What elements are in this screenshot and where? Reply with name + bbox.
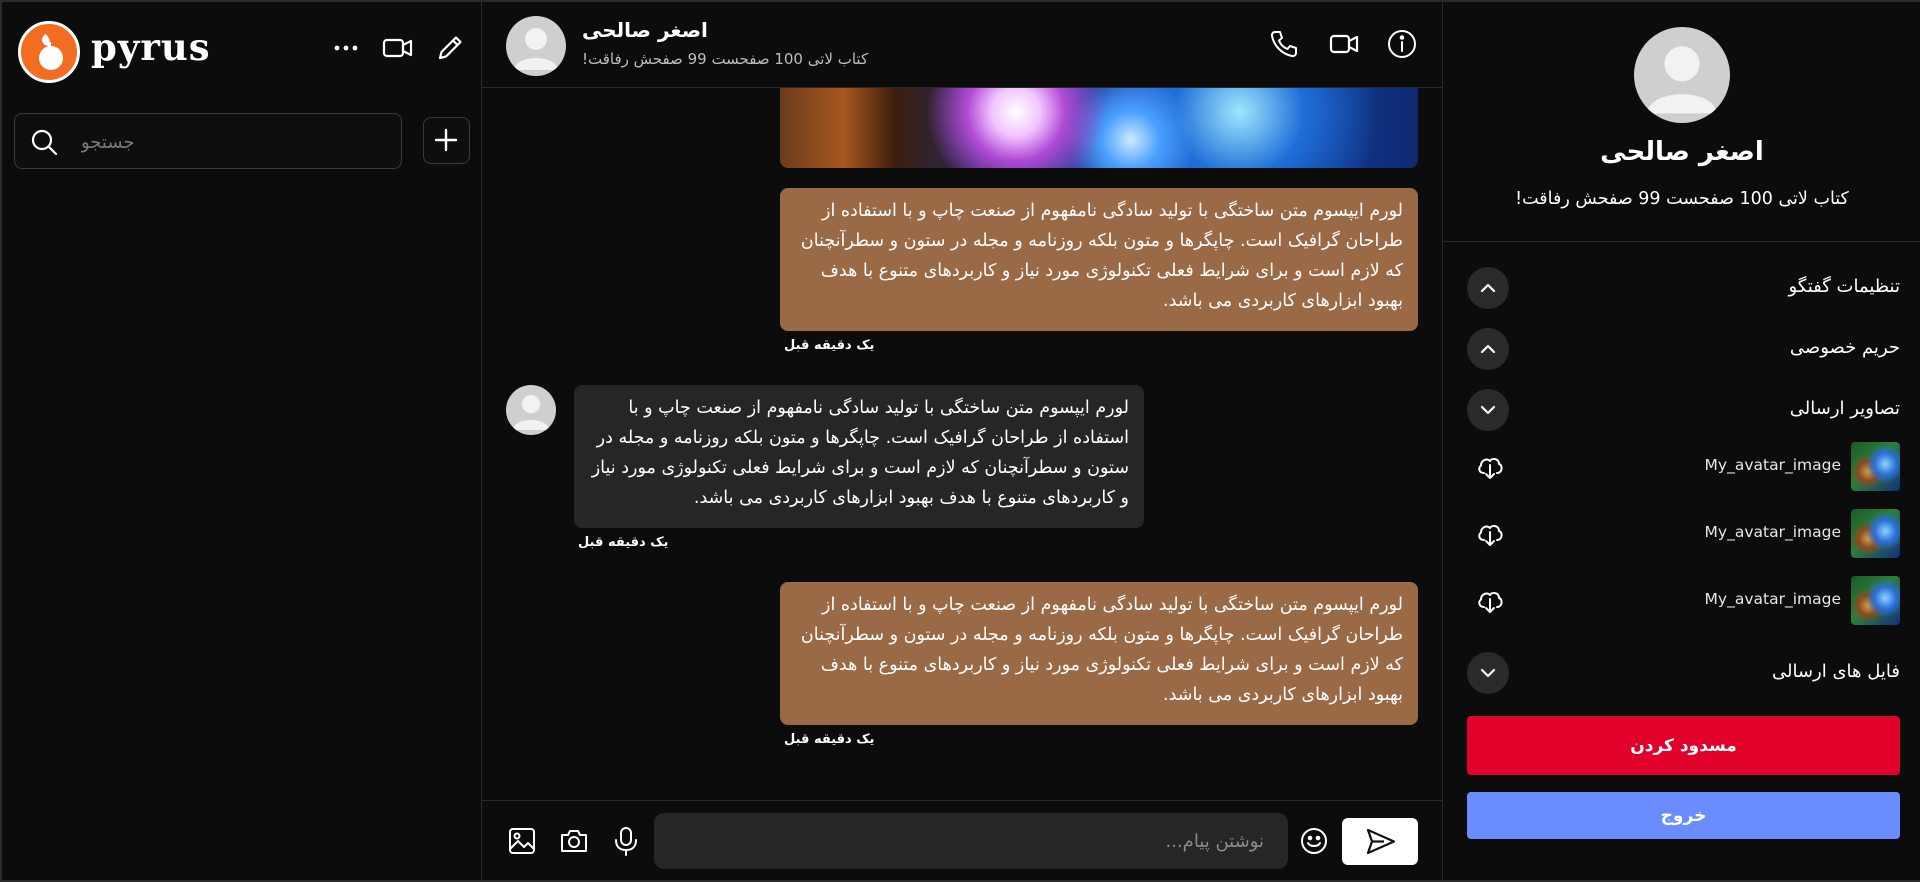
more-icon[interactable] (328, 30, 364, 66)
chevron-down-icon[interactable] (1467, 389, 1509, 431)
section-sent-files[interactable]: فایل های ارسالی (1467, 649, 1900, 697)
image-item[interactable]: My_avatar_image (1467, 509, 1900, 559)
divider (1443, 241, 1920, 242)
block-button[interactable]: مسدود کردن (1467, 716, 1900, 775)
message-bubble-incoming: لورم ایپسوم متن ساختگی با تولید سادگی نا… (574, 385, 1144, 528)
send-icon (1366, 828, 1396, 855)
contact-avatar[interactable] (506, 16, 566, 76)
message-field[interactable] (654, 813, 1288, 869)
chat-header: اصغر صالحی کتاب لاتی 100 صفحست 99 صفحش ر… (482, 2, 1442, 88)
contact-info-panel: اصغر صالحی کتاب لاتی 100 صفحست 99 صفحش ر… (1442, 2, 1920, 880)
section-sent-images[interactable]: تصاویر ارسالی (1467, 386, 1900, 434)
section-label: فایل های ارسالی (1772, 661, 1900, 682)
section-label: تنظیمات گفتگو (1788, 276, 1900, 297)
pyrus-logo (18, 21, 80, 83)
message-time: یک دقیقه قبل (784, 338, 875, 353)
chat-area: اصغر صالحی کتاب لاتی 100 صفحست 99 صفحش ر… (482, 2, 1442, 880)
message-time: یک دقیقه قبل (578, 535, 669, 550)
section-chat-settings[interactable]: تنظیمات گفتگو (1467, 264, 1900, 312)
search-box[interactable] (14, 113, 402, 169)
video-icon[interactable] (380, 30, 416, 66)
message-bubble-outgoing: لورم ایپسوم متن ساختگی با تولید سادگی نا… (780, 188, 1418, 331)
image-name: My_avatar_image (1704, 523, 1841, 541)
logout-button[interactable]: خروج (1467, 792, 1900, 839)
download-icon[interactable] (1475, 519, 1505, 549)
emoji-icon[interactable] (1298, 825, 1330, 857)
chevron-down-icon[interactable] (1467, 652, 1509, 694)
search-input[interactable] (81, 128, 381, 156)
message-image[interactable] (780, 88, 1418, 168)
download-icon[interactable] (1475, 586, 1505, 616)
section-privacy[interactable]: حریم خصوصی (1467, 325, 1900, 373)
send-button[interactable] (1342, 818, 1418, 865)
sidebar: pyrus (2, 2, 482, 880)
phone-icon[interactable] (1268, 28, 1300, 60)
message-time: یک دقیقه قبل (784, 732, 875, 747)
image-thumbnail (1851, 576, 1900, 625)
profile-name: اصغر صالحی (1600, 137, 1764, 167)
microphone-icon[interactable] (610, 825, 642, 857)
message-input[interactable] (734, 827, 1264, 855)
download-icon[interactable] (1475, 452, 1505, 482)
message-composer (482, 800, 1442, 880)
profile-avatar (1634, 27, 1730, 123)
edit-icon[interactable] (432, 30, 468, 66)
plus-icon (434, 128, 458, 152)
image-item[interactable]: My_avatar_image (1467, 442, 1900, 492)
chevron-up-icon[interactable] (1467, 267, 1509, 309)
image-item[interactable]: My_avatar_image (1467, 576, 1900, 626)
message-list: لورم ایپسوم متن ساختگی با تولید سادگی نا… (482, 88, 1442, 800)
image-thumbnail (1851, 442, 1900, 491)
video-call-icon[interactable] (1328, 28, 1360, 60)
search-icon (31, 129, 58, 156)
app-window: pyrus اصغر صالحی کتاب لاتی 100 صفحست 99 … (0, 0, 1920, 882)
sender-avatar[interactable] (506, 385, 556, 435)
new-chat-button[interactable] (423, 117, 470, 164)
section-label: حریم خصوصی (1789, 337, 1900, 358)
contact-name: اصغر صالحی (582, 18, 708, 42)
message-bubble-outgoing: لورم ایپسوم متن ساختگی با تولید سادگی نا… (780, 582, 1418, 725)
info-icon[interactable] (1386, 28, 1418, 60)
image-name: My_avatar_image (1704, 590, 1841, 608)
profile-status: کتاب لاتی 100 صفحست 99 صفحش رفاقت! (1515, 189, 1849, 209)
chevron-up-icon[interactable] (1467, 328, 1509, 370)
image-thumbnail (1851, 509, 1900, 558)
section-label: تصاویر ارسالی (1789, 398, 1900, 419)
contact-status: کتاب لاتی 100 صفحست 99 صفحش رفاقت! (582, 50, 869, 68)
gallery-icon[interactable] (506, 825, 538, 857)
camera-icon[interactable] (558, 825, 590, 857)
image-name: My_avatar_image (1704, 456, 1841, 474)
brand-name: pyrus (91, 25, 211, 69)
